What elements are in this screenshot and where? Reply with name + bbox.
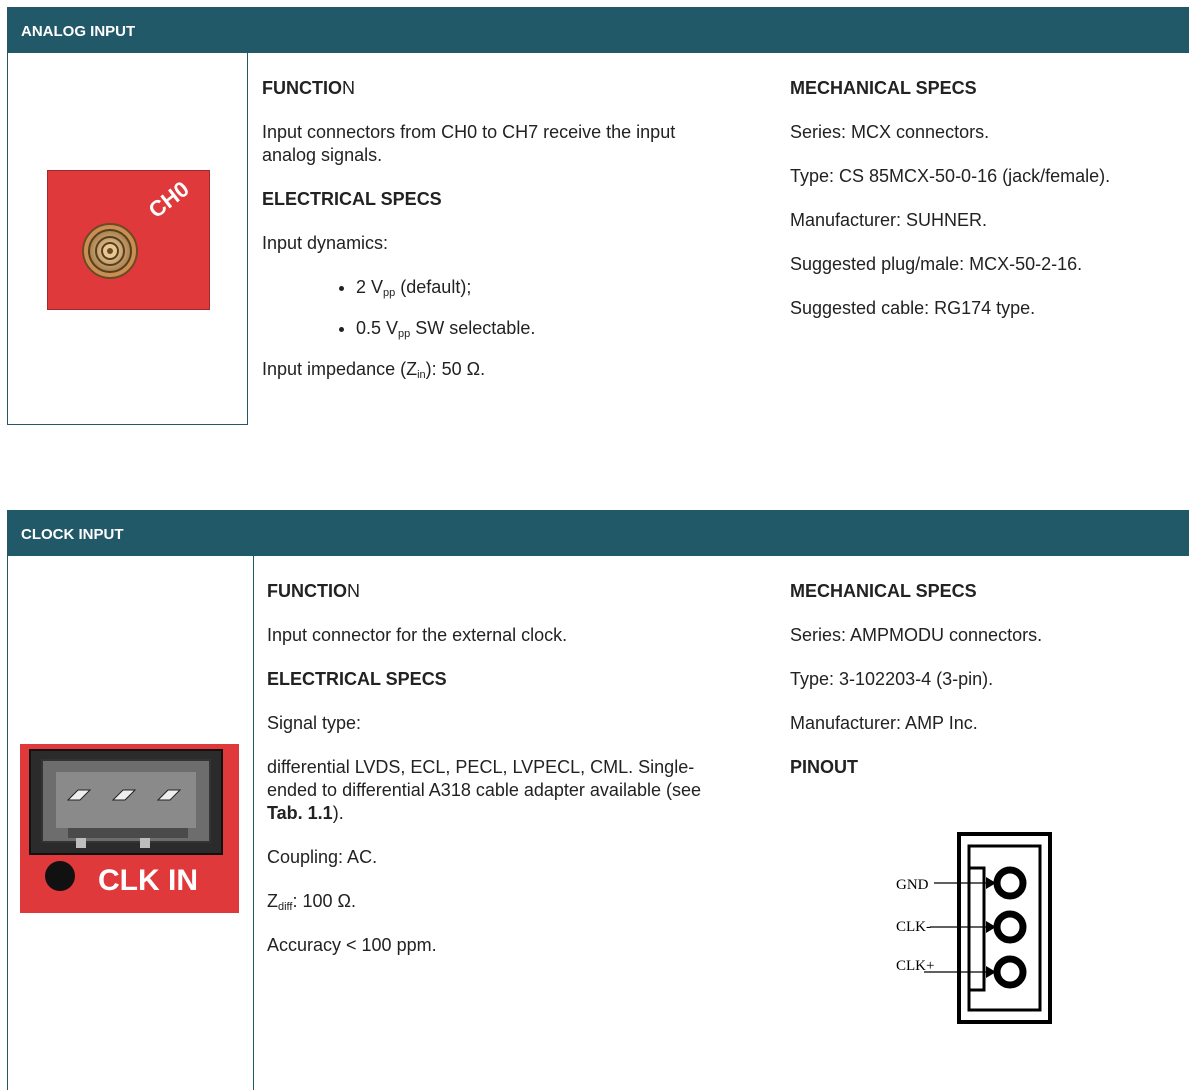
clk-in-connector-photo: CLK IN (20, 744, 239, 913)
signal-label: Signal type: (267, 713, 362, 733)
clk-in-label: CLK IN (98, 864, 198, 897)
signal-text: differential LVDS, ECL, PECL, LVPECL, CM… (267, 757, 701, 823)
analog-function-column: FUNCTION Input connectors from CH0 to CH… (262, 77, 742, 402)
mechanical-item: Type: CS 85MCX-50-0-16 (jack/female). (790, 166, 1111, 186)
dynamics-list: 2 Vpp (default); 0.5 Vpp SW selectable. (262, 276, 742, 340)
pinout-heading: PINOUT (790, 757, 859, 777)
mechanical-item: Suggested plug/male: MCX-50-2-16. (790, 254, 1083, 274)
coupling-text: Coupling: AC. (267, 847, 378, 867)
function-text: Input connector for the external clock. (267, 625, 568, 645)
ch0-connector-photo: CH0 (47, 170, 210, 310)
accuracy-text: Accuracy < 100 ppm. (267, 935, 437, 955)
mechanical-item: Type: 3-102203-4 (3-pin). (790, 669, 994, 689)
analog-input-section: ANALOG INPUT CH0 FUNCTION Input connecto (7, 7, 1189, 425)
mechanical-item: Manufacturer: SUHNER. (790, 210, 988, 230)
zdiff-text: Zdiff: 100 Ω. (267, 891, 356, 913)
ch0-label: CH0 (144, 176, 194, 223)
analog-mechanical-column: MECHANICAL SPECS Series: MCX connectors.… (790, 77, 1185, 341)
clock-function-column: FUNCTION Input connector for the externa… (267, 580, 747, 978)
dynamics-label: Input dynamics: (262, 233, 389, 253)
electrical-heading: ELECTRICAL SPECS (267, 669, 447, 689)
pinout-drawing: GND CLK- CLK+ (896, 832, 1052, 1024)
mechanical-item: Series: AMPMODU connectors. (790, 625, 1043, 645)
impedance-text: Input impedance (Zin): 50 Ω. (262, 359, 486, 381)
analog-input-header: ANALOG INPUT (7, 7, 1189, 53)
pin-label: GND (896, 877, 929, 893)
analog-image-cell: CH0 (7, 53, 248, 425)
mechanical-heading: MECHANICAL SPECS (790, 581, 977, 601)
pinout-diagram: GND CLK- CLK+ (882, 828, 1062, 1028)
function-text: Input connectors from CH0 to CH7 receive… (262, 122, 676, 165)
dynamics-bullet: 0.5 Vpp SW selectable. (356, 317, 742, 340)
clk-connector-icon: CLK IN (29, 749, 223, 897)
table-reference: Tab. 1.1 (267, 803, 333, 823)
mechanical-item: Series: MCX connectors. (790, 122, 990, 142)
clock-input-section: CLOCK INPUT CLK IN FUNCTION Input connec… (7, 510, 1189, 1090)
mechanical-item: Manufacturer: AMP Inc. (790, 713, 978, 733)
clock-input-header: CLOCK INPUT (7, 510, 1189, 556)
mechanical-heading: MECHANICAL SPECS (790, 78, 977, 98)
function-heading: FUNCTIO (262, 78, 342, 98)
pin-label: CLK- (896, 919, 931, 935)
clock-image-cell: CLK IN (7, 556, 254, 1090)
electrical-heading: ELECTRICAL SPECS (262, 189, 442, 209)
function-heading: FUNCTIO (267, 581, 347, 601)
pin-label: CLK+ (896, 958, 934, 974)
clock-mechanical-column: MECHANICAL SPECS Series: AMPMODU connect… (790, 580, 1185, 800)
mcx-connector-icon: CH0 (82, 176, 194, 279)
mechanical-item: Suggested cable: RG174 type. (790, 298, 1036, 318)
dynamics-bullet: 2 Vpp (default); (356, 276, 742, 299)
